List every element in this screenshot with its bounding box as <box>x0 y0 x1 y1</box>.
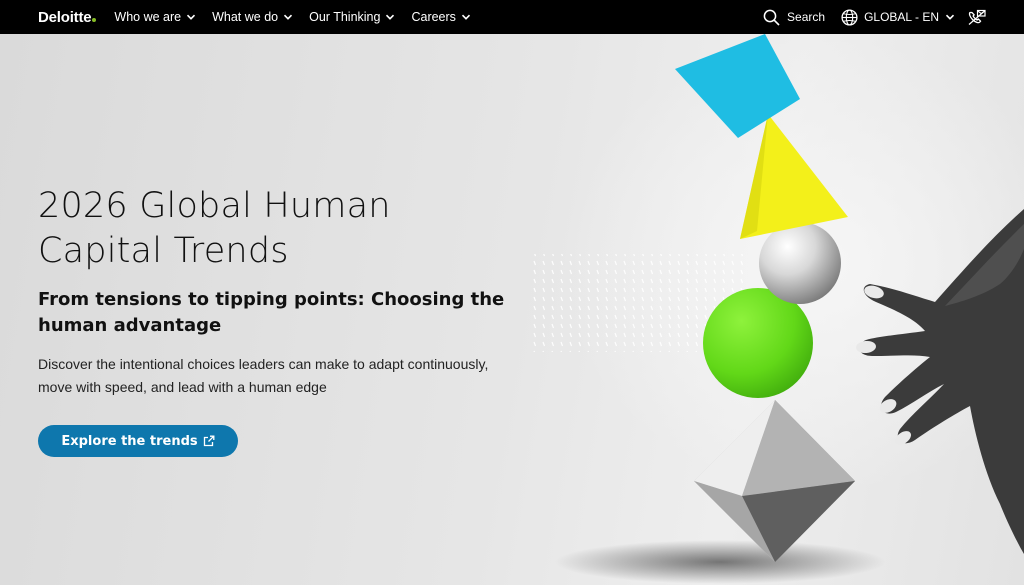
nav-item-careers[interactable]: Careers <box>411 10 471 24</box>
hero-text-block: 2026 Global Human Capital Trends From te… <box>38 184 508 399</box>
hero-subtitle: From tensions to tipping points: Choosin… <box>38 289 505 336</box>
green-sphere <box>703 288 813 398</box>
triangle-shade <box>740 114 768 239</box>
contact-phone-icon <box>968 9 986 25</box>
hero-banner: 2026 Global Human Capital Trends From te… <box>0 34 1024 585</box>
hero-description: Discover the intentional choices leaders… <box>38 356 489 395</box>
globe-icon <box>841 8 858 26</box>
nav-item-who-we-are[interactable]: Who we are <box>114 10 196 24</box>
chevron-down-icon <box>386 14 395 20</box>
chevron-down-icon <box>187 14 196 20</box>
hero-title: 2026 Global Human Capital Trends <box>38 186 391 271</box>
search-icon <box>763 9 780 26</box>
nav-item-label: Our Thinking <box>309 10 381 24</box>
language-label: GLOBAL - EN <box>864 10 939 24</box>
explore-trends-button[interactable]: Explore the trends <box>38 425 238 457</box>
floor-shadow <box>555 540 885 584</box>
yellow-triangle <box>740 114 848 239</box>
cta-label: Explore the trends <box>61 433 198 449</box>
logo-text: Deloitte <box>38 8 92 26</box>
nav-item-label: What we do <box>212 10 279 24</box>
utility-navigation: Search GLOBAL - EN <box>763 0 1024 34</box>
blue-square <box>675 34 800 138</box>
background-glow <box>560 34 1024 494</box>
language-selector[interactable]: GLOBAL - EN <box>841 8 955 26</box>
external-link-icon <box>203 435 215 447</box>
search-label: Search <box>787 10 826 24</box>
logo-green-dot <box>92 17 97 22</box>
nav-item-label: Careers <box>411 10 456 24</box>
octahedron-shape <box>694 400 855 562</box>
search-button[interactable]: Search <box>763 9 825 26</box>
chevron-down-icon <box>461 14 471 20</box>
dash-texture <box>533 254 748 352</box>
pearl-sphere <box>759 222 841 304</box>
contact-button[interactable] <box>967 9 986 26</box>
nav-item-label: Who we are <box>114 10 182 24</box>
deloitte-logo[interactable]: Deloitte <box>38 8 97 26</box>
chevron-down-icon <box>284 14 293 20</box>
reaching-hand <box>856 209 1024 554</box>
top-navigation: Deloitte Who we are What we do Our Think… <box>0 0 1024 34</box>
nav-item-what-we-do[interactable]: What we do <box>212 10 293 24</box>
nav-item-our-thinking[interactable]: Our Thinking <box>309 10 395 24</box>
chevron-down-icon <box>945 14 955 20</box>
